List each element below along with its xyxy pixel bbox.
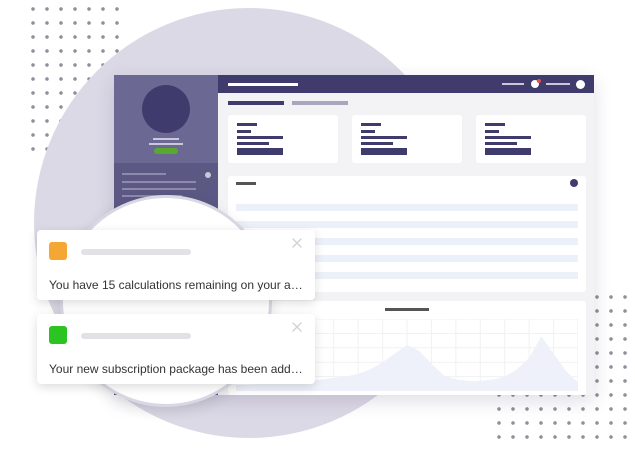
notification-dot-icon: [537, 79, 541, 83]
app-title-placeholder: [228, 83, 298, 86]
table-row[interactable]: [236, 204, 578, 211]
chart-title-placeholder: [385, 308, 429, 311]
sidebar-item[interactable]: [122, 188, 196, 190]
tab-active[interactable]: [228, 101, 284, 105]
panel-heading-placeholder: [236, 182, 256, 185]
notification-toast-warning[interactable]: You have 15 calculations remaining on yo…: [37, 230, 315, 300]
toast-title-placeholder: [81, 333, 191, 339]
stat-card[interactable]: [228, 115, 338, 163]
stat-card-value: [237, 148, 283, 155]
stat-card-line: [237, 136, 283, 139]
status-badge: [154, 148, 178, 154]
sidebar-item[interactable]: [122, 181, 196, 183]
notification-message: You have 15 calculations remaining on yo…: [49, 278, 305, 292]
user-icon[interactable]: [576, 80, 585, 89]
table-row[interactable]: [236, 221, 578, 228]
stat-card[interactable]: [476, 115, 586, 163]
stat-card-line: [361, 142, 393, 145]
profile-name-placeholder: [153, 138, 179, 140]
stat-card-label: [237, 123, 257, 126]
stat-card-label: [485, 123, 505, 126]
user-name-placeholder[interactable]: [546, 83, 570, 85]
close-icon[interactable]: [290, 236, 304, 250]
warning-square-icon: [49, 242, 67, 260]
stat-card-line: [361, 136, 407, 139]
stat-card-line: [237, 130, 251, 133]
sidebar-item[interactable]: [122, 173, 166, 175]
tab-inactive[interactable]: [292, 101, 348, 105]
stat-card-line: [485, 142, 517, 145]
top-menu-placeholder[interactable]: [502, 83, 524, 85]
profile-section: [114, 75, 218, 163]
notification-toast-success[interactable]: Your new subscription package has been a…: [37, 314, 315, 384]
stat-card-label: [361, 123, 381, 126]
stat-card-line: [485, 130, 499, 133]
top-bar: [218, 75, 594, 93]
stat-card-line: [485, 136, 531, 139]
stat-card[interactable]: [352, 115, 462, 163]
toast-title-placeholder: [81, 249, 191, 255]
profile-role-placeholder: [149, 143, 183, 145]
sidebar-toggle-icon[interactable]: [205, 172, 211, 178]
panel-menu-icon[interactable]: [570, 179, 578, 187]
close-icon[interactable]: [290, 320, 304, 334]
success-square-icon: [49, 326, 67, 344]
stat-card-value: [485, 148, 531, 155]
stat-card-line: [361, 130, 375, 133]
avatar[interactable]: [142, 85, 190, 133]
stat-card-line: [237, 142, 269, 145]
notification-message: Your new subscription package has been a…: [49, 362, 305, 376]
stat-card-value: [361, 148, 407, 155]
